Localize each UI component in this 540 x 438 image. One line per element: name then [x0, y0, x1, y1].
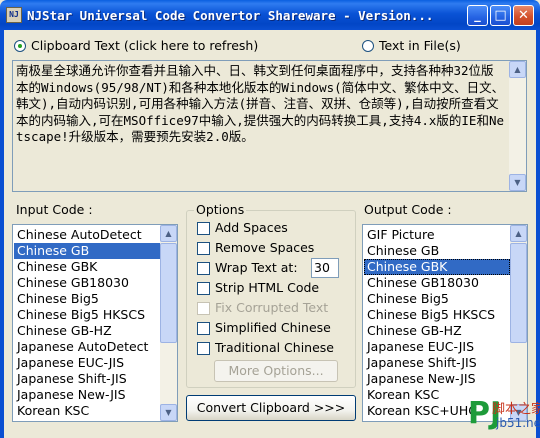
input-code-item[interactable]: Chinese Big5	[14, 291, 160, 307]
scroll-down-icon[interactable]: ▼	[510, 404, 527, 421]
wrap-text-checkbox[interactable]	[197, 262, 210, 275]
simplified-chinese-checkbox[interactable]	[197, 322, 210, 335]
add-spaces-checkbox[interactable]	[197, 222, 210, 235]
convert-clipboard-button[interactable]: Convert Clipboard >>>	[186, 395, 356, 421]
output-code-item[interactable]: Korean KSC+UHC	[364, 403, 510, 419]
clipboard-radio[interactable]	[14, 40, 26, 52]
output-code-item[interactable]: Chinese Big5 HKSCS	[364, 307, 510, 323]
traditional-chinese-checkbox[interactable]	[197, 342, 210, 355]
input-code-item[interactable]: Chinese Big5 HKSCS	[14, 307, 160, 323]
input-code-item[interactable]: Japanese EUC-JIS	[14, 355, 160, 371]
window-title: NJStar Universal Code Convertor Sharewar…	[27, 8, 434, 23]
title-bar[interactable]: NJ NJStar Universal Code Convertor Share…	[0, 0, 540, 30]
output-code-title: Output Code :	[364, 202, 452, 217]
output-code-item[interactable]: Korean KSC	[364, 387, 510, 403]
options-title: Options	[194, 202, 247, 217]
clipboard-radio-label[interactable]: Clipboard Text (click here to refresh)	[31, 38, 258, 53]
remove-spaces-checkbox[interactable]	[197, 242, 210, 255]
scroll-down-icon[interactable]: ▼	[509, 174, 526, 191]
input-code-item[interactable]: Chinese AutoDetect	[14, 227, 160, 243]
more-options-button: More Options...	[214, 360, 338, 382]
scroll-up-icon[interactable]: ▲	[510, 225, 527, 242]
text-area-scrollbar[interactable]: ▲ ▼	[509, 61, 526, 191]
input-code-item[interactable]: Japanese AutoDetect	[14, 339, 160, 355]
fix-corrupted-label: Fix Corrupted Text	[215, 300, 329, 315]
simplified-chinese-label[interactable]: Simplified Chinese	[215, 320, 331, 335]
input-code-list[interactable]: Chinese AutoDetect Chinese GB Chinese GB…	[12, 224, 178, 422]
output-code-item[interactable]: Chinese GB-HZ	[364, 323, 510, 339]
output-code-item[interactable]: Chinese Big5	[364, 291, 510, 307]
window-frame-left	[0, 30, 4, 438]
input-code-item[interactable]: Korean KSC	[14, 403, 160, 419]
input-code-item[interactable]: Japanese New-JIS	[14, 387, 160, 403]
output-code-item[interactable]: Japanese EUC-JIS	[364, 339, 510, 355]
window-frame-right	[536, 30, 540, 438]
scroll-down-icon[interactable]: ▼	[160, 404, 177, 421]
close-button[interactable]: ✕	[513, 5, 534, 26]
input-code-title: Input Code :	[16, 202, 93, 217]
file-radio[interactable]	[362, 40, 374, 52]
output-code-item[interactable]: Chinese GBK	[364, 259, 510, 275]
strip-html-label[interactable]: Strip HTML Code	[215, 280, 319, 295]
output-code-scrollbar[interactable]: ▲ ▼	[510, 225, 527, 421]
input-code-item[interactable]: Chinese GB-HZ	[14, 323, 160, 339]
remove-spaces-label[interactable]: Remove Spaces	[215, 240, 314, 255]
wrap-text-label[interactable]: Wrap Text at:	[215, 260, 298, 275]
app-icon[interactable]: NJ	[6, 7, 22, 23]
input-code-item[interactable]: Chinese GBK	[14, 259, 160, 275]
input-code-item[interactable]: Japanese Shift-JIS	[14, 371, 160, 387]
input-code-item[interactable]: Chinese GB18030	[14, 275, 160, 291]
wrap-width-field[interactable]: 30	[311, 258, 339, 278]
scroll-up-icon[interactable]: ▲	[509, 61, 526, 78]
scroll-thumb[interactable]	[510, 243, 527, 343]
fix-corrupted-checkbox	[197, 302, 210, 315]
scroll-thumb[interactable]	[160, 243, 177, 343]
output-code-item[interactable]: Chinese GB	[364, 243, 510, 259]
output-code-item[interactable]: Japanese Shift-JIS	[364, 355, 510, 371]
output-code-item[interactable]: GIF Picture	[364, 227, 510, 243]
output-code-list[interactable]: GIF Picture Chinese GB Chinese GBK Chine…	[362, 224, 528, 422]
maximize-button[interactable]: □	[490, 5, 511, 26]
clipboard-text-content[interactable]: 南极星全球通允许你查看并且输入中、日、韩文到任何桌面程序中，支持各种种32位版本…	[16, 63, 506, 189]
clipboard-text-area[interactable]: 南极星全球通允许你查看并且输入中、日、韩文到任何桌面程序中，支持各种种32位版本…	[12, 60, 527, 192]
input-code-scrollbar[interactable]: ▲ ▼	[160, 225, 177, 421]
add-spaces-label[interactable]: Add Spaces	[215, 220, 288, 235]
traditional-chinese-label[interactable]: Traditional Chinese	[215, 340, 334, 355]
input-code-item[interactable]: Chinese GB	[14, 243, 160, 259]
output-code-item[interactable]: Chinese GB18030	[364, 275, 510, 291]
scroll-up-icon[interactable]: ▲	[160, 225, 177, 242]
output-code-item[interactable]: Japanese New-JIS	[364, 371, 510, 387]
file-radio-label[interactable]: Text in File(s)	[379, 38, 461, 53]
strip-html-checkbox[interactable]	[197, 282, 210, 295]
minimize-button[interactable]: _	[467, 5, 488, 26]
